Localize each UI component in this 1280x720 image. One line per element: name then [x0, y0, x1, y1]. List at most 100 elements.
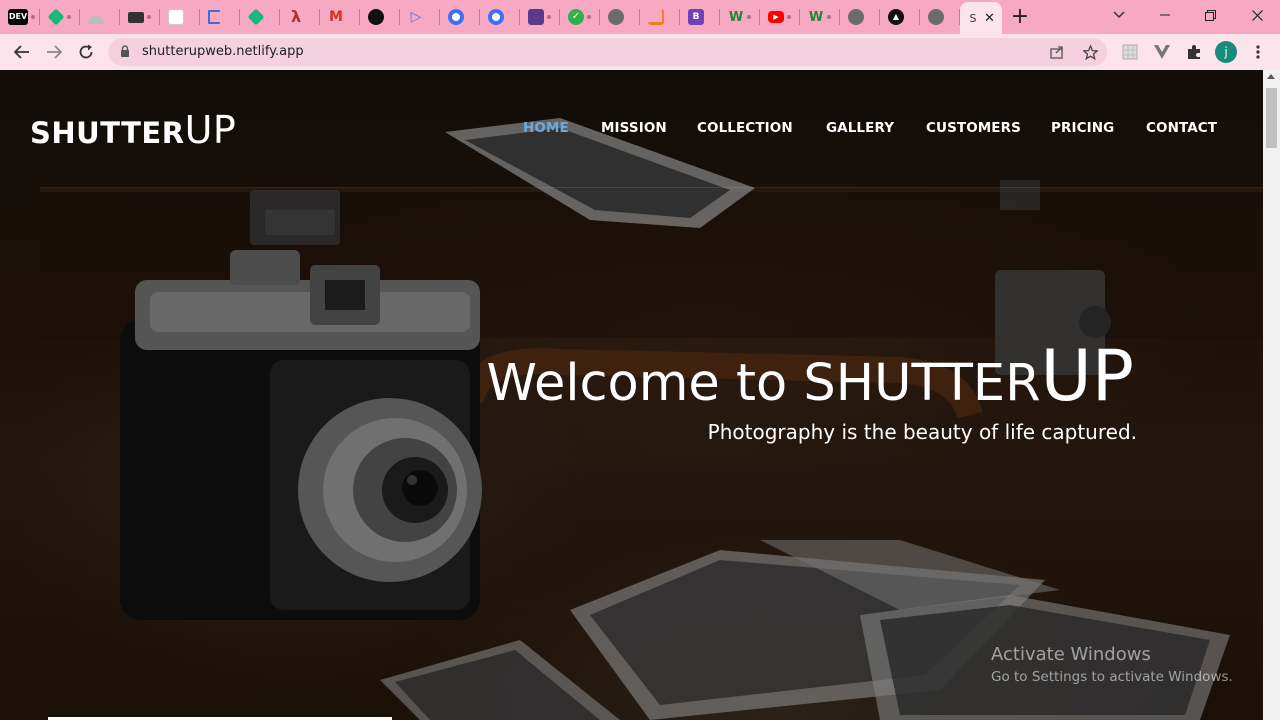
profile-avatar[interactable]: j	[1215, 41, 1237, 63]
extension-grid-icon[interactable]	[1120, 42, 1140, 62]
close-window-button[interactable]	[1236, 0, 1278, 30]
browser-tab[interactable]: W	[720, 0, 760, 34]
minimize-icon	[1160, 14, 1170, 16]
figure-icon: λ	[290, 7, 302, 26]
bookmark-star-icon[interactable]	[1082, 44, 1098, 60]
browser-tab[interactable]: B	[680, 0, 720, 34]
browser-tab[interactable]: ▷	[400, 0, 440, 34]
browser-tab[interactable]: ▶	[760, 0, 800, 34]
extensions-puzzle-icon[interactable]	[1184, 42, 1204, 62]
browser-tab[interactable]	[360, 0, 400, 34]
stack-icon	[648, 9, 664, 25]
url-text[interactable]: shutterupweb.netlify.app	[142, 38, 304, 66]
github-icon	[368, 9, 384, 25]
browser-tab[interactable]	[600, 0, 640, 34]
tab-indicator	[587, 15, 591, 19]
header-divider	[40, 187, 1263, 188]
tab-indicator	[147, 15, 151, 19]
browser-tab[interactable]	[480, 0, 520, 34]
tab-title: S	[969, 11, 977, 25]
browser-tab[interactable]: ✓	[560, 0, 600, 34]
nav-pricing[interactable]: PRICING	[1051, 120, 1114, 140]
hero-title-up: UP	[1040, 335, 1134, 417]
nav-home[interactable]: HOME	[523, 120, 569, 140]
back-arrow-icon	[14, 45, 29, 59]
badge-icon	[488, 9, 504, 25]
hero-subtitle: Photography is the beauty of life captur…	[707, 420, 1137, 444]
activate-windows-hint: Go to Settings to activate Windows.	[991, 669, 1233, 685]
vertical-scrollbar[interactable]	[1263, 70, 1280, 720]
browser-tab[interactable]	[160, 0, 200, 34]
tab-indicator	[787, 15, 791, 19]
gmail-icon: M	[329, 9, 343, 25]
diamond-icon	[47, 8, 65, 26]
forward-arrow-icon	[47, 45, 62, 59]
browser-tab[interactable]	[640, 0, 680, 34]
logo-text-shutter: SHUTTER	[30, 116, 185, 150]
browser-tab[interactable]: W	[800, 0, 840, 34]
browser-tab[interactable]	[40, 0, 80, 34]
tab-indicator	[827, 15, 831, 19]
browser-tab[interactable]: DEV	[0, 0, 40, 34]
browser-tab[interactable]	[920, 0, 960, 34]
diamond-icon	[247, 8, 265, 26]
globe-icon	[608, 9, 624, 25]
play-icon: ▷	[410, 9, 422, 25]
hero-title-shutter: SHUTTER	[803, 354, 1041, 413]
browser-tab-active[interactable]: S ✕	[960, 2, 1002, 34]
activate-windows-title: Activate Windows	[991, 644, 1151, 665]
lock-icon	[121, 45, 129, 57]
chevron-down-icon	[1113, 11, 1125, 19]
hero-title: Welcome to SHUTTERUP	[487, 335, 1135, 417]
menu-kebab-icon[interactable]	[1248, 42, 1268, 62]
browser-tab[interactable]	[240, 0, 280, 34]
back-button[interactable]	[6, 34, 38, 70]
browser-tab[interactable]	[200, 0, 240, 34]
nav-gallery[interactable]: GALLERY	[826, 120, 894, 140]
restore-button[interactable]	[1190, 0, 1230, 30]
shoe-icon	[88, 16, 104, 24]
minimize-button[interactable]	[1145, 0, 1185, 30]
reload-button[interactable]	[70, 34, 102, 70]
scrollbar-thumb[interactable]	[1266, 88, 1277, 148]
nav-contact[interactable]: CONTACT	[1146, 120, 1217, 140]
tab-indicator	[31, 15, 35, 19]
browser-tab[interactable]: M	[320, 0, 360, 34]
browser-tab[interactable]	[80, 0, 120, 34]
hero-title-welcome: Welcome to	[486, 354, 804, 413]
browser-tab[interactable]: ▲	[880, 0, 920, 34]
nav-mission[interactable]: MISSION	[601, 120, 667, 140]
browser-tab[interactable]	[840, 0, 880, 34]
browser-tab[interactable]	[440, 0, 480, 34]
triangle-icon: ▲	[888, 9, 904, 25]
restore-icon	[1204, 9, 1216, 21]
forward-button[interactable]	[38, 34, 70, 70]
reload-icon	[79, 44, 93, 59]
camera-tab-icon	[128, 11, 144, 23]
youtube-icon: ▶	[768, 11, 784, 23]
document-icon	[168, 9, 184, 25]
tab-indicator	[747, 15, 751, 19]
tab-indicator	[67, 15, 71, 19]
image-icon	[528, 9, 544, 25]
w-icon: W	[728, 9, 744, 25]
browser-tab[interactable]	[520, 0, 560, 34]
tab-search-button[interactable]	[1106, 0, 1132, 30]
check-icon: ✓	[568, 9, 584, 25]
scroll-up-arrow-icon[interactable]	[1267, 74, 1275, 79]
new-tab-button[interactable]: +	[1002, 0, 1038, 34]
vue-extension-icon[interactable]	[1152, 42, 1172, 62]
nav-collection[interactable]: COLLECTION	[697, 120, 793, 140]
globe-icon	[928, 9, 944, 25]
close-tab-icon[interactable]: ✕	[984, 11, 995, 26]
browser-tab[interactable]	[120, 0, 160, 34]
site-logo[interactable]: SHUTTERUP	[30, 108, 236, 152]
badge-icon	[448, 9, 464, 25]
w-icon: W	[808, 9, 824, 25]
share-icon[interactable]	[1049, 44, 1065, 60]
tab-indicator	[547, 15, 551, 19]
address-bar[interactable]: shutterupweb.netlify.app	[108, 38, 1107, 66]
browser-tab[interactable]: λ	[280, 0, 320, 34]
flag-icon	[208, 10, 220, 24]
nav-customers[interactable]: CUSTOMERS	[926, 120, 1021, 140]
